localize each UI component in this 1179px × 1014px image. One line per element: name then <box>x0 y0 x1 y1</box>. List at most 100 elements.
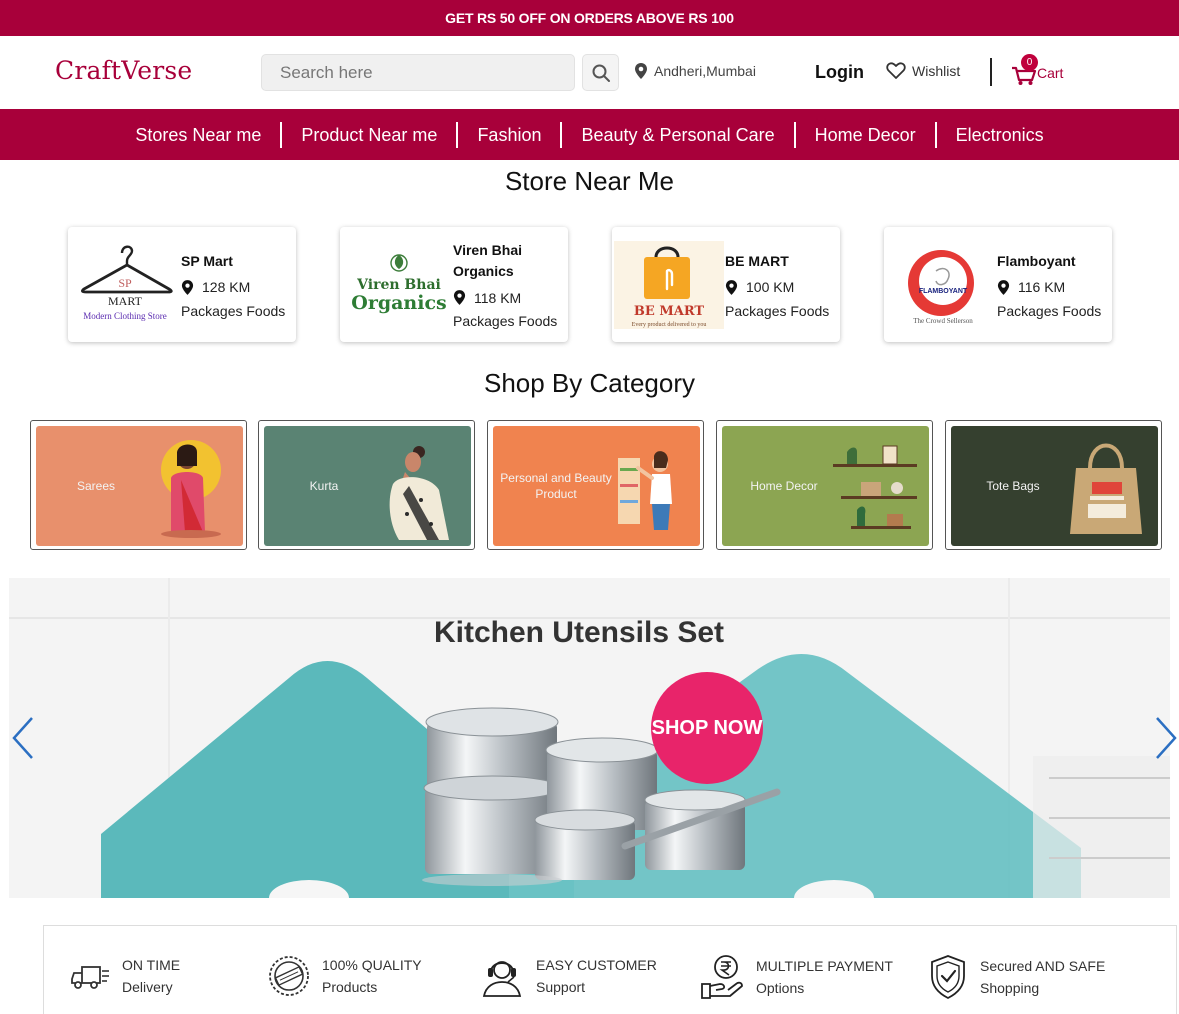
sp-logo-letters: SP <box>118 276 132 290</box>
category-card-home-decor[interactable]: Home Decor <box>716 420 933 550</box>
feature-text: 100% QUALITY Products <box>322 954 422 998</box>
store-distance-text: 116 KM <box>1018 279 1066 295</box>
saree-woman-illustration <box>161 440 221 538</box>
feature-line1: 100% QUALITY <box>322 957 422 973</box>
promo-bar: GET RS 50 OFF ON ORDERS ABOVE RS 100 <box>0 0 1179 36</box>
feature-support: EASY CUSTOMER Support <box>480 954 657 998</box>
nav-item-stores-near-me[interactable]: Stores Near me <box>116 121 283 148</box>
wishlist-label: Wishlist <box>912 63 961 79</box>
feature-text: EASY CUSTOMER Support <box>536 954 657 998</box>
approved-badge-icon <box>269 956 309 996</box>
location-pin-icon <box>997 279 1010 295</box>
feature-line1: Secured AND SAFE <box>980 958 1106 974</box>
store-category: Packages Foods <box>997 302 1102 319</box>
store-distance-text: 128 KM <box>202 279 251 295</box>
promo-banner[interactable]: Kitchen Utensils Set SHOP NOW <box>9 578 1170 898</box>
category-label: Kurta <box>309 479 339 493</box>
store-category: Packages Foods <box>725 302 830 319</box>
site-logo[interactable]: CraftVerse <box>55 56 192 85</box>
be-mart-logo-text: BE MART <box>634 304 704 319</box>
heart-icon <box>886 62 906 79</box>
store-logo-viren-bhai: Viren Bhai Organics <box>342 241 452 329</box>
store-info: Flamboyant 116 KM Packages Foods <box>997 227 1110 342</box>
store-logo-sp-mart: SP MART Modern Clothing Store <box>70 241 180 329</box>
login-link[interactable]: Login <box>815 62 864 83</box>
sp-logo-tagline: Modern Clothing Store <box>83 311 167 321</box>
banner-title: Kitchen Utensils Set <box>433 616 725 649</box>
feature-line1: ON TIME <box>122 957 181 973</box>
carousel-prev-button[interactable] <box>10 716 36 760</box>
store-logo-flamboyant: FLAMBOYANT The Crowd Sellerson <box>886 241 996 329</box>
kurta-woman-illustration <box>389 446 449 540</box>
search-box <box>261 54 575 91</box>
feature-text: ON TIME Delivery <box>122 954 180 998</box>
nav-item-product-near-me[interactable]: Product Near me <box>282 121 459 148</box>
store-name: Viren Bhai Organics <box>453 242 522 279</box>
feature-line1: EASY CUSTOMER <box>536 957 657 973</box>
cart-count-badge: 0 <box>1021 54 1038 71</box>
feature-line2: Products <box>322 979 378 995</box>
nav-item-fashion[interactable]: Fashion <box>458 121 563 148</box>
chevron-right-icon <box>1156 717 1177 759</box>
category-card-sarees[interactable]: Sarees <box>30 420 247 550</box>
search-input[interactable] <box>262 55 574 90</box>
store-info: BE MART 100 KM Packages Foods <box>725 227 838 342</box>
promo-text: GET RS 50 OFF ON ORDERS ABOVE RS 100 <box>445 10 734 26</box>
feature-text: MULTIPLE PAYMENT Options <box>756 955 893 999</box>
nav-item-beauty[interactable]: Beauty & Personal Care <box>562 121 796 148</box>
category-card-beauty[interactable]: Personal and Beauty Product <box>487 420 704 550</box>
store-category: Packages Foods <box>181 302 286 319</box>
shop-now-button[interactable]: SHOP NOW <box>651 672 763 784</box>
beauty-shopper-illustration <box>618 451 672 530</box>
cart-link[interactable]: 0 Cart <box>1011 54 1064 86</box>
delivery-truck-icon <box>71 966 109 989</box>
category-card-bg: Personal and Beauty Product <box>493 426 700 546</box>
location-pin-icon <box>725 279 738 295</box>
viren-logo-name: Viren Bhai <box>356 277 441 293</box>
nav-item-home-decor[interactable]: Home Decor <box>796 121 937 148</box>
store-info: Viren Bhai Organics 118 KM Packages Food… <box>453 227 566 342</box>
location-selector[interactable]: Andheri,Mumbai <box>634 62 756 80</box>
feature-line1: MULTIPLE PAYMENT <box>756 958 893 974</box>
home-decor-shelves-illustration <box>833 445 917 529</box>
store-distance: 118 KM <box>453 289 566 306</box>
category-label: Sarees <box>76 479 116 493</box>
feature-quality: 100% QUALITY Products <box>268 954 422 998</box>
store-card-sp-mart[interactable]: SP MART Modern Clothing Store SP Mart 12… <box>68 227 296 342</box>
tote-bag-illustration <box>1070 443 1142 534</box>
category-nav: Stores Near me Product Near me Fashion B… <box>0 109 1179 160</box>
category-card-bg: Sarees <box>36 426 243 546</box>
store-card-be-mart[interactable]: BE MART Every product delivered to you B… <box>612 227 840 342</box>
store-card-flamboyant[interactable]: FLAMBOYANT The Crowd Sellerson Flamboyan… <box>884 227 1112 342</box>
location-text: Andheri,Mumbai <box>654 63 756 79</box>
chevron-left-icon <box>12 717 33 759</box>
store-name: Flamboyant <box>997 252 1076 269</box>
cart-label: Cart <box>1037 65 1064 81</box>
support-headset-icon <box>482 961 522 997</box>
feature-payment: MULTIPLE PAYMENT Options <box>700 954 893 1000</box>
store-category: Packages Foods <box>453 313 558 329</box>
sp-logo-sub: MART <box>108 294 143 308</box>
search-icon <box>592 64 610 82</box>
carousel-next-button[interactable] <box>1153 716 1179 760</box>
category-card-bg: Home Decor <box>722 426 929 546</box>
store-distance-text: 100 KM <box>746 279 795 295</box>
store-card-viren-bhai[interactable]: Viren Bhai Organics Viren Bhai Organics … <box>340 227 568 342</box>
feature-delivery: ON TIME Delivery <box>70 954 180 998</box>
store-distance: 100 KM <box>725 279 838 296</box>
cart-icon-wrap: 0 <box>1011 54 1038 86</box>
flamboyant-logo-text: FLAMBOYANT <box>919 288 968 295</box>
store-distance: 128 KM <box>181 279 294 296</box>
category-card-tote-bags[interactable]: Tote Bags <box>945 420 1162 550</box>
be-mart-logo-tagline: Every product delivered to you <box>632 322 707 328</box>
nav-item-electronics[interactable]: Electronics <box>937 122 1063 148</box>
stores-section-title: Store Near Me <box>504 166 675 196</box>
search-button[interactable] <box>582 54 619 91</box>
wishlist-link[interactable]: Wishlist <box>886 62 960 80</box>
store-name: SP Mart <box>181 252 233 269</box>
feature-line2: Support <box>536 979 586 995</box>
location-pin-icon <box>453 290 466 305</box>
feature-text: Secured AND SAFE Shopping <box>980 955 1105 999</box>
viren-logo-sub: Organics <box>351 292 446 314</box>
category-card-kurta[interactable]: Kurta <box>258 420 475 550</box>
